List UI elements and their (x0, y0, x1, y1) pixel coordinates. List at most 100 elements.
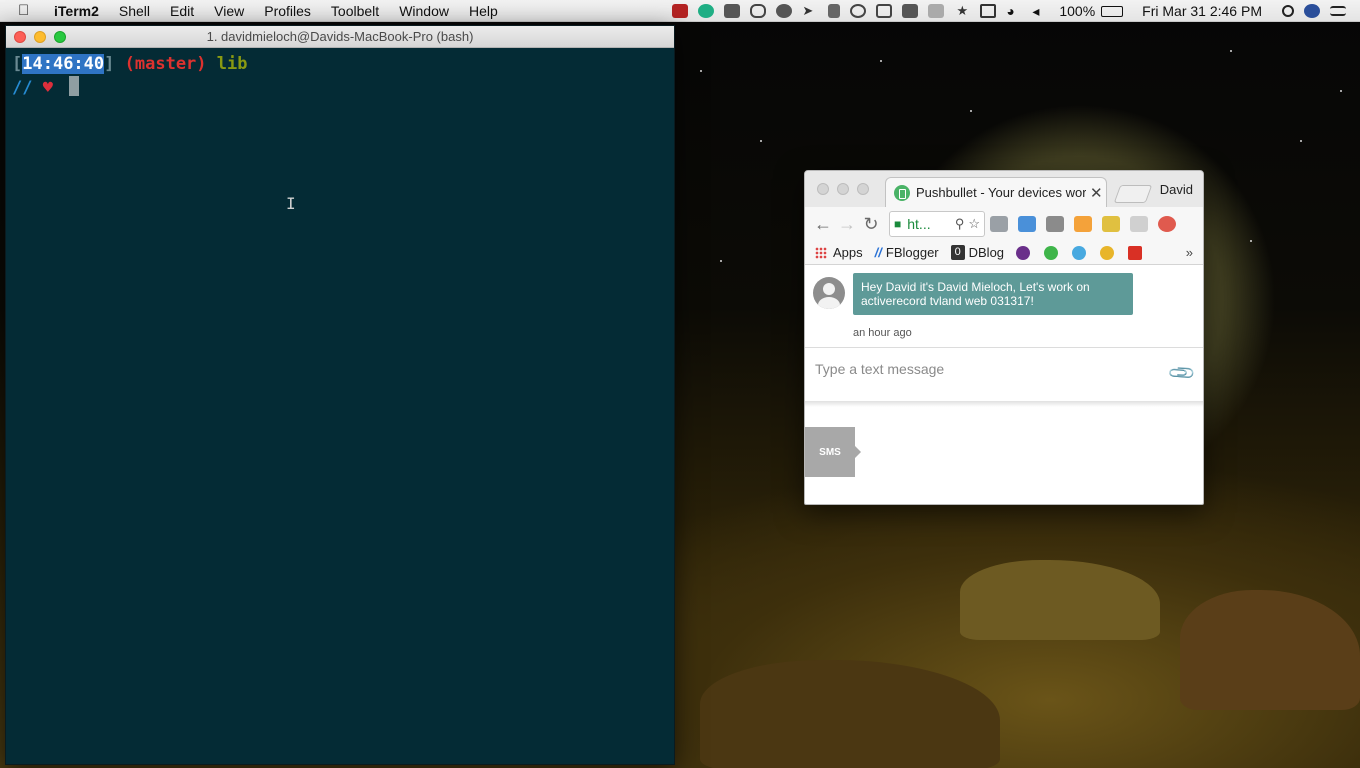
chrome-window: Pushbullet - Your devices working togeth… (804, 170, 1204, 505)
menu-toolbelt[interactable]: Toolbelt (321, 3, 389, 19)
reload-icon[interactable]: ↻ (859, 214, 883, 235)
clock[interactable]: Fri Mar 31 2:46 PM (1142, 3, 1262, 19)
bookmark-label: FBlogger (885, 245, 939, 260)
location-icon[interactable]: ➤ (802, 4, 818, 18)
tab-bar[interactable]: Pushbullet - Your devices working togeth… (805, 171, 1203, 207)
bookmark-batman-icon[interactable] (1016, 245, 1031, 260)
back-icon[interactable]: ← (811, 214, 835, 235)
browser-toolbar: ← → ↻ ■ ht... ⚲ ☆ (805, 207, 1203, 241)
bookmark-dblog[interactable]: 0 DBlog (950, 245, 1004, 260)
extension-upload-icon[interactable] (1158, 216, 1176, 232)
menu-view[interactable]: View (204, 3, 254, 19)
bookmark-pinwheel-icon[interactable] (1100, 245, 1115, 260)
extension-puzzle-icon[interactable] (1074, 216, 1092, 232)
fblogger-icon: // (874, 245, 882, 260)
bookmarks-overflow-icon[interactable]: » (1186, 245, 1193, 260)
menu-window[interactable]: Window (389, 3, 459, 19)
gmail-icon[interactable] (1128, 245, 1143, 260)
keyboard-icon[interactable] (724, 4, 741, 18)
battery-icon[interactable] (1101, 5, 1124, 17)
menu-help[interactable]: Help (459, 3, 508, 19)
bookmark-apps[interactable]: Apps (815, 245, 863, 260)
terminal-area[interactable]: [14:46:40] (master) lib // ♥ (6, 48, 674, 100)
stack-icon[interactable] (928, 4, 945, 18)
avatar (813, 277, 845, 309)
film-icon[interactable] (672, 4, 689, 18)
prompt-slashes: // (12, 78, 33, 98)
bookmark-cloud-icon[interactable] (1072, 245, 1087, 260)
tree-icon[interactable] (828, 4, 841, 18)
star (880, 60, 882, 62)
tab-title: Pushbullet - Your devices working togeth… (916, 185, 1086, 200)
star (1230, 50, 1232, 52)
profile-button[interactable]: David (1160, 182, 1193, 197)
message-bubble: Hey David it's David Mieloch, Let's work… (853, 273, 1133, 315)
spotlight-search-icon[interactable] (1282, 5, 1294, 17)
menu-profiles[interactable]: Profiles (254, 3, 321, 19)
siri-icon[interactable] (1304, 4, 1320, 18)
extension-v-icon[interactable] (1018, 216, 1036, 232)
rock (700, 660, 1000, 768)
prompt-close-bracket: ] (104, 54, 115, 74)
prompt-open-bracket: [ (12, 54, 23, 74)
bookmark-label: Apps (833, 245, 863, 260)
circle-icon[interactable] (850, 4, 867, 18)
new-tab-button[interactable] (1113, 185, 1153, 203)
close-button[interactable] (817, 183, 829, 195)
star (760, 140, 762, 142)
screenshot-icon[interactable] (876, 4, 893, 18)
address-bar[interactable]: ■ ht... ⚲ ☆ (889, 211, 985, 237)
prompt-line-2: // ♥ (12, 76, 674, 100)
wifi-icon[interactable]: ◕ (1006, 4, 1022, 18)
bookmarks-bar: Apps //FBlogger 0 DBlog » (805, 241, 1203, 265)
bookmark-fblogger[interactable]: //FBlogger (875, 245, 939, 260)
composer-shadow (805, 401, 1203, 407)
extension-notes-icon[interactable] (1102, 216, 1120, 232)
menu-app-iterm2[interactable]: iTerm2 (46, 3, 109, 19)
sms-tab[interactable]: SMS (805, 427, 861, 477)
cast-icon[interactable] (990, 216, 1008, 232)
grammarly-icon[interactable] (698, 4, 715, 18)
iterm-titlebar[interactable]: 1. davidmieloch@Davids-MacBook-Pro (bash… (6, 26, 674, 48)
zoom-icon[interactable]: ⚲ (955, 216, 965, 232)
menu-edit[interactable]: Edit (160, 3, 204, 19)
minimize-button[interactable] (837, 183, 849, 195)
rock (960, 560, 1160, 640)
message-timestamp: an hour ago (853, 327, 912, 339)
battery-percent[interactable]: 100% (1059, 3, 1095, 19)
divider (805, 347, 1203, 348)
bookmark-star-icon[interactable]: ☆ (968, 216, 980, 232)
message-input[interactable]: Type a text message (815, 361, 944, 377)
bluetooth-icon[interactable]: ★ (954, 4, 970, 18)
dblog-icon: 0 (950, 245, 965, 260)
prompt-line-1: [14:46:40] (master) lib (12, 52, 674, 76)
extension-book-icon[interactable] (1046, 216, 1064, 232)
iterm-window: 1. davidmieloch@Davids-MacBook-Pro (bash… (5, 25, 675, 765)
attachment-icon[interactable]: 📎 (1166, 358, 1197, 389)
terminal-cursor (69, 76, 80, 96)
rock (1180, 590, 1360, 710)
evernote-icon[interactable] (776, 4, 793, 18)
apple-icon[interactable]:  (18, 2, 46, 19)
layers-icon[interactable] (902, 4, 919, 18)
star (720, 260, 722, 262)
extension-cloud-icon[interactable] (1130, 216, 1148, 232)
zoom-button[interactable] (857, 183, 869, 195)
star (1300, 140, 1302, 142)
menu-shell[interactable]: Shell (109, 3, 160, 19)
window-title: 1. davidmieloch@Davids-MacBook-Pro (bash… (206, 29, 474, 44)
forward-icon[interactable]: → (835, 214, 859, 235)
airplay-icon[interactable] (980, 4, 997, 18)
notification-center-icon[interactable] (1330, 6, 1346, 16)
tab-close-icon[interactable]: ✕ (1090, 184, 1103, 202)
message-row: Hey David it's David Mieloch, Let's work… (813, 273, 1133, 315)
star (1340, 90, 1342, 92)
star (1250, 240, 1252, 242)
glasses-icon[interactable] (750, 4, 767, 18)
tab-pushbullet[interactable]: Pushbullet - Your devices working togeth… (885, 177, 1107, 207)
bookmark-check-icon[interactable] (1044, 245, 1059, 260)
volume-icon[interactable]: ◂ (1032, 4, 1048, 18)
pushbullet-icon (894, 184, 910, 201)
window-controls (817, 183, 869, 195)
mouse-ibeam-cursor: I (286, 194, 296, 213)
